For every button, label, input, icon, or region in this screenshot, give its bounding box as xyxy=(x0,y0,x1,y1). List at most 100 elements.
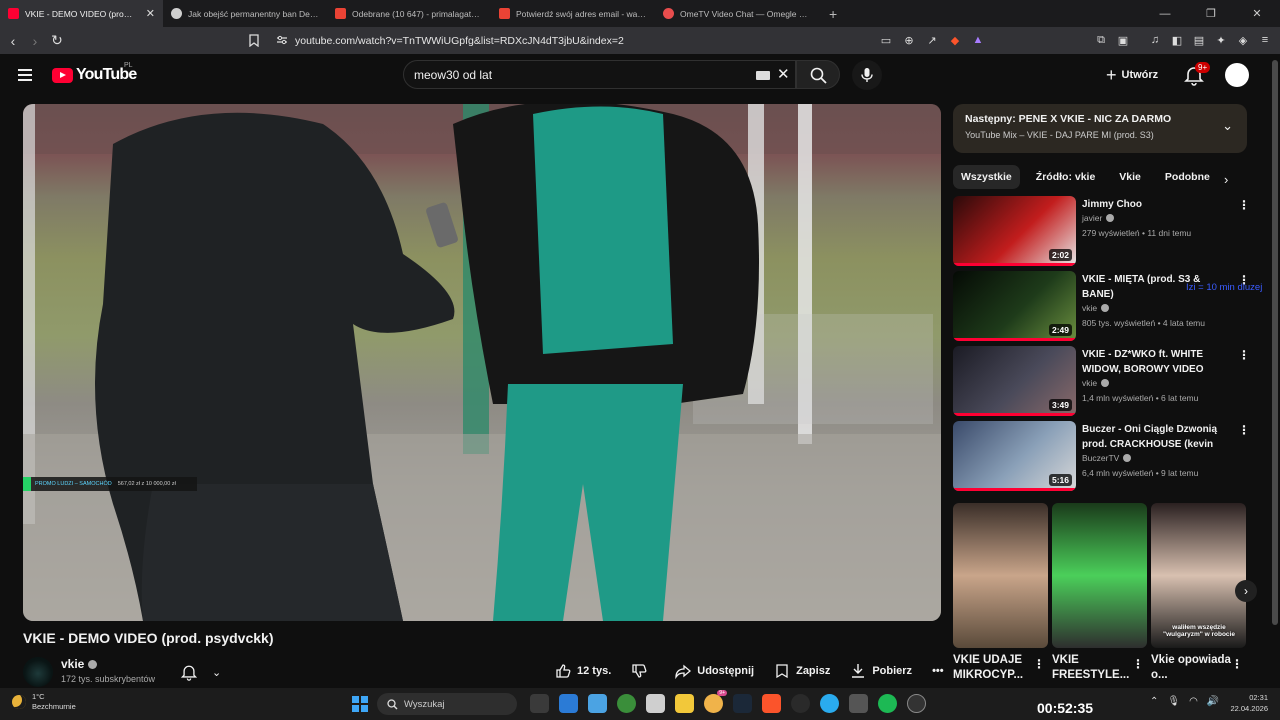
taskbar-search[interactable]: Wyszukaj xyxy=(377,693,517,715)
close-window-icon[interactable]: ✕ xyxy=(1234,0,1280,27)
tray-chevron-icon[interactable]: ⌃ xyxy=(1150,696,1158,707)
tray-mic-icon[interactable]: 🎙 xyxy=(1167,696,1180,707)
leo-ai-icon[interactable]: ✦ xyxy=(1212,31,1230,49)
recommended-video-title[interactable]: Jimmy Choo xyxy=(1082,197,1222,212)
forward-arrow-icon[interactable]: › xyxy=(24,30,46,52)
create-button[interactable]: + Utwórz xyxy=(1100,61,1164,89)
obs-icon[interactable] xyxy=(907,694,926,713)
download-button[interactable]: Pobierz xyxy=(840,658,922,684)
playlist-mix-panel[interactable]: Następny: PENE X VKIE - NIC ZA DARMO You… xyxy=(953,104,1247,153)
video-player[interactable]: PROMO LUDZI – SAMOCHÓD 567,02 zł z 10 00… xyxy=(23,104,941,621)
channel-name-row[interactable]: vkie xyxy=(61,657,98,671)
recommended-video[interactable]: 2:02 Jimmy Choo javier 279 wyświetleń • 11 … xyxy=(953,196,1253,266)
chip-all[interactable]: Wszystkie xyxy=(953,165,1020,189)
menu-icon[interactable]: ≡ xyxy=(1256,31,1274,49)
cast-icon[interactable]: ▭ xyxy=(876,31,896,49)
short-thumbnail[interactable]: waliłem wszędzie "wulgaryzm" w robocie xyxy=(1151,503,1246,648)
more-vertical-icon[interactable]: ⋮ xyxy=(1033,657,1045,671)
browser-tab[interactable]: OmeTV Video Chat — Omegle Random xyxy=(655,0,819,27)
photos-icon[interactable] xyxy=(588,694,607,713)
video-thumbnail[interactable]: 2:02 xyxy=(953,196,1076,266)
more-vertical-icon[interactable]: ⋮ xyxy=(1231,657,1243,671)
more-vertical-icon[interactable]: ⋮ xyxy=(1132,657,1144,671)
like-button[interactable]: 12 tys. xyxy=(545,658,621,684)
shorts-next-button[interactable]: › xyxy=(1235,580,1257,602)
brave-browser-icon[interactable] xyxy=(762,694,781,713)
extensions-icon[interactable]: ⧉ xyxy=(1092,31,1110,49)
task-view-icon[interactable] xyxy=(530,694,549,713)
chevron-down-icon[interactable]: ⌄ xyxy=(1222,118,1233,134)
more-vertical-icon[interactable]: ⋮ xyxy=(1238,348,1250,362)
wallet-icon[interactable]: ▤ xyxy=(1190,31,1208,49)
browser-tab[interactable]: Odebrane (10 647) - primalagate@gmail xyxy=(327,0,491,27)
clear-search-icon[interactable]: ✕ xyxy=(777,65,790,83)
media-icon[interactable]: ♫ xyxy=(1146,31,1164,49)
recommended-video-title[interactable]: VKIE - DZ*WKO ft. WHITE WIDOW, BOROWY VI… xyxy=(1082,347,1222,377)
brave-rewards-icon[interactable]: ▲ xyxy=(968,31,988,49)
file-explorer-icon[interactable] xyxy=(675,694,694,713)
steam-icon[interactable] xyxy=(733,694,752,713)
recommended-channel-row[interactable]: vkie xyxy=(1082,303,1110,313)
recommended-video-title[interactable]: Buczer - Oni Ciągle Dzwonią prod. CRACKH… xyxy=(1082,422,1222,452)
short-title[interactable]: VKIE UDAJE MIKROCYP... xyxy=(953,653,1033,683)
subscription-notifications[interactable]: ⌄ xyxy=(180,660,240,684)
weather-widget[interactable]: 1°C Bezchmurnie xyxy=(12,692,76,712)
github-desktop-icon[interactable] xyxy=(791,694,810,713)
app-shield-icon[interactable] xyxy=(617,694,636,713)
recommended-channel-row[interactable]: javier xyxy=(1082,213,1115,223)
more-vertical-icon[interactable]: ⋮ xyxy=(1238,198,1250,212)
maximize-icon[interactable]: ❐ xyxy=(1188,0,1234,27)
zoom-icon[interactable]: ⊕ xyxy=(899,31,919,49)
scrollbar-thumb[interactable] xyxy=(1272,60,1278,625)
keyboard-icon[interactable] xyxy=(756,71,770,80)
close-tab-icon[interactable]: ✕ xyxy=(146,7,155,20)
user-avatar[interactable] xyxy=(1225,63,1249,87)
dislike-button[interactable] xyxy=(621,658,665,684)
recommended-video[interactable]: 3:49 VKIE - DZ*WKO ft. WHITE WIDOW, BOROW… xyxy=(953,346,1253,416)
site-settings-icon[interactable] xyxy=(276,34,288,46)
short-title[interactable]: VKIE FREESTYLE... xyxy=(1052,653,1132,683)
spotify-icon[interactable] xyxy=(878,694,897,713)
new-tab-plus-icon[interactable]: + xyxy=(819,6,847,22)
save-button[interactable]: Zapisz xyxy=(764,658,840,684)
video-thumbnail[interactable]: 3:49 xyxy=(953,346,1076,416)
browser-tab[interactable]: Jak obejść permanentny ban Device ID xyxy=(163,0,327,27)
reload-icon[interactable]: ↻ xyxy=(46,30,68,52)
bookmark-icon[interactable] xyxy=(248,34,260,47)
vscode-icon[interactable] xyxy=(559,694,578,713)
channel-name[interactable]: vkie xyxy=(61,657,84,671)
more-vertical-icon[interactable]: ⋮ xyxy=(1238,423,1250,437)
chip-source[interactable]: Źródło: vkie xyxy=(1028,165,1104,189)
browser-tab-active[interactable]: VKIE - DEMO VIDEO (prod. psydvckk) ✕ xyxy=(0,0,163,27)
app-generic-icon[interactable] xyxy=(849,694,868,713)
brave-shield-icon[interactable]: ◆ xyxy=(945,31,965,49)
video-thumbnail[interactable]: 2:49 xyxy=(953,271,1076,341)
channel-avatar[interactable] xyxy=(23,657,53,687)
chip-vkie[interactable]: Vkie xyxy=(1111,165,1149,189)
screenshot-icon[interactable]: ▣ xyxy=(1114,31,1132,49)
share-button[interactable]: Udostępnij xyxy=(665,658,764,684)
voice-search-button[interactable] xyxy=(852,60,882,90)
volume-icon[interactable]: 🔊 xyxy=(1207,696,1219,707)
search-button[interactable] xyxy=(796,60,840,89)
vpn-icon[interactable]: ◈ xyxy=(1234,31,1252,49)
mail-icon[interactable] xyxy=(646,694,665,713)
video-thumbnail[interactable]: 5:16 xyxy=(953,421,1076,491)
minimize-icon[interactable]: — xyxy=(1142,0,1188,27)
taskbar-clock[interactable]: 02:31 22.04.2026 xyxy=(1226,692,1268,714)
hamburger-menu-icon[interactable] xyxy=(18,69,32,81)
windows-start-icon[interactable] xyxy=(352,696,368,712)
sidebar-icon[interactable]: ◧ xyxy=(1168,31,1186,49)
network-icon[interactable]: ◠ xyxy=(1189,696,1198,707)
recommended-video[interactable]: 5:16 Buczer - Oni Ciągle Dzwonią prod. CR… xyxy=(953,421,1253,491)
browser-tab[interactable]: Potwierdź swój adres email - walexander xyxy=(491,0,655,27)
recommended-channel-row[interactable]: vkie xyxy=(1082,378,1110,388)
chip-similar[interactable]: Podobne xyxy=(1157,165,1218,189)
back-arrow-icon[interactable]: ‹ xyxy=(2,30,24,52)
short-thumbnail[interactable] xyxy=(953,503,1048,648)
recommended-channel-row[interactable]: BuczerTV xyxy=(1082,453,1132,463)
youtube-logo[interactable]: YouTube PL xyxy=(52,62,137,84)
short-title[interactable]: Vkie opowiada o... xyxy=(1151,653,1231,683)
telegram-icon[interactable] xyxy=(820,694,839,713)
share-page-icon[interactable]: ↗ xyxy=(922,31,942,49)
